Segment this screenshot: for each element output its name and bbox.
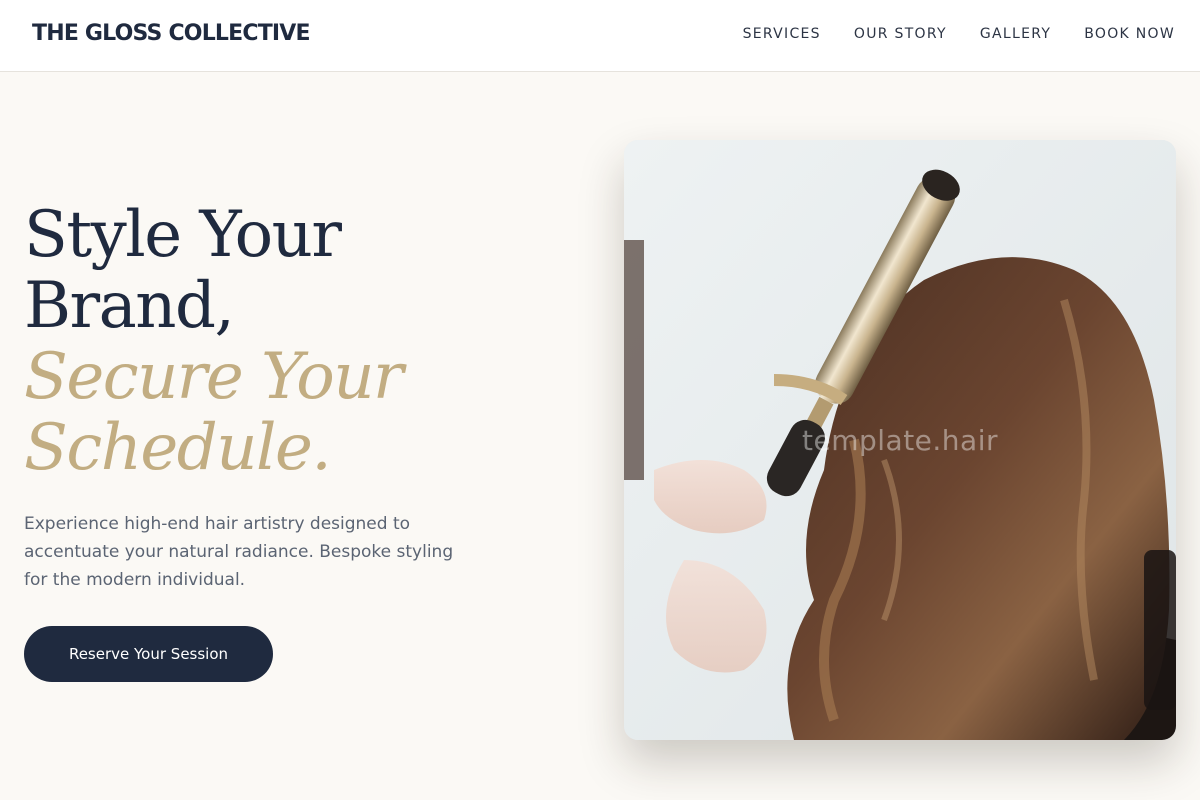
nav-link-gallery[interactable]: GALLERY [980,26,1051,42]
nav-link-services[interactable]: SERVICES [743,26,821,42]
hero-image: template.hair [624,140,1176,740]
hero-title-line-2: Brand, [24,269,235,343]
hero-title: Style Your Brand, Secure Your Schedule. [24,198,404,485]
hero-title-line-1: Style Your [24,198,342,272]
hero-description: Experience high-end hair artistry design… [24,514,454,590]
hero-accent-line-1: Secure Your [24,340,404,414]
brand-logo[interactable]: THE GLOSS COLLECTIVE [32,21,311,46]
nav-link-our-story[interactable]: OUR STORY [854,26,947,42]
reserve-session-button[interactable]: Reserve Your Session [24,626,273,682]
hero-accent-line-2: Schedule. [24,411,332,485]
nav-link-book-now[interactable]: BOOK NOW [1084,26,1175,42]
main-nav: SERVICES OUR STORY GALLERY BOOK NOW [743,26,1175,42]
hair-styling-photo-icon [624,140,1176,740]
site-header: THE GLOSS COLLECTIVE SERVICES OUR STORY … [0,0,1200,72]
